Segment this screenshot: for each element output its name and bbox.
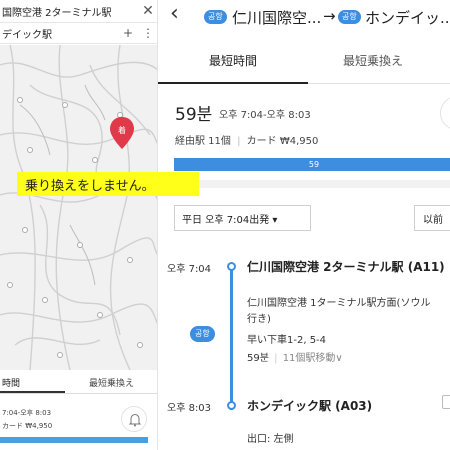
header-destination[interactable]: ホンデイッ... (365, 7, 450, 28)
add-waypoint-button[interactable]: + (118, 26, 138, 40)
arrival-time: 오후 8:03 (167, 403, 212, 414)
tab-fastest[interactable]: 最短時間 (158, 40, 308, 84)
subway-map[interactable]: 着 (0, 45, 158, 370)
left-tab-bar: 時間 最短乗換え (0, 370, 157, 394)
duration-bar: 59 (174, 158, 450, 171)
route-tab-bar: 最短時間 最短乗換え (158, 40, 450, 84)
bell-icon[interactable] (440, 96, 450, 130)
meta-separator: | (237, 136, 241, 147)
ride-stops-toggle[interactable]: 11個駅移動∨ (283, 353, 343, 364)
ride-separator: | (274, 353, 278, 364)
tab-fewest-transfers[interactable]: 最短乗換え (343, 40, 450, 84)
departure-time-select[interactable]: 平日 오후 7:04出発 ▾ (174, 205, 311, 231)
arrival-station[interactable]: ホンデイック駅 (A03) (247, 397, 372, 414)
station-count: 経由駅 11個 (175, 136, 231, 147)
departure-station[interactable]: 仁川国際空港 2ターミナル駅 (A11) (247, 258, 445, 275)
origin-line-badge: 공항 (204, 10, 227, 24)
origin-field[interactable]: 国際空港 2ターミナル駅 (0, 4, 138, 19)
bell-icon[interactable] (121, 406, 147, 432)
left-tab-fewest-transfers[interactable]: 最短乗換え (65, 370, 157, 393)
destination-line-badge: 공항 (338, 10, 361, 24)
previous-button[interactable]: 以前 (414, 205, 450, 231)
route-header: ‹ 공항 仁川国際空... → 공항 ホンデイッ... (158, 0, 450, 35)
destination-field[interactable]: デイック駅 (0, 26, 118, 41)
left-route-panel: 国際空港 2ターミナル駅 ✕ デイック駅 + ⋮ 着 時間 最短乗換え 7:04… (0, 0, 158, 450)
map-icon[interactable] (442, 395, 450, 409)
line-badge: 공항 (190, 326, 215, 342)
origin-row[interactable]: 国際空港 2ターミナル駅 ✕ (0, 0, 157, 22)
left-route-summary[interactable]: 7:04-오후 8:03 カード ₩4,950 (0, 394, 157, 450)
marker-label: 着 (118, 125, 126, 135)
right-route-panel: ‹ 공항 仁川国際空... → 공항 ホンデイッ... 最短時間 最短乗換え 5… (158, 0, 450, 450)
section-divider (158, 180, 450, 188)
back-icon[interactable]: ‹ (170, 1, 179, 26)
total-duration: 59분 (175, 105, 213, 125)
destination-row[interactable]: デイック駅 + ⋮ (0, 22, 157, 44)
left-duration-bar (0, 437, 148, 443)
departure-time: 오후 7:04 (167, 264, 212, 275)
left-fare: カード ₩4,950 (2, 422, 53, 430)
arrow-right-icon: → (323, 7, 336, 25)
exit-side: 出口: 左側 (247, 434, 294, 445)
ride-info[interactable]: 59분 | 11個駅移動∨ (247, 349, 343, 364)
close-icon[interactable]: ✕ (138, 3, 157, 19)
left-tab-fastest[interactable]: 時間 (0, 370, 65, 393)
route-meta: 経由駅 11個 | カード ₩4,950 (175, 132, 318, 147)
ride-minutes: 59분 (247, 353, 269, 364)
route-summary[interactable]: 59분 오후 7:04-오후 8:03 経由駅 11個 | カード ₩4,950… (158, 84, 450, 176)
fare: カード ₩4,950 (246, 136, 319, 147)
no-transfer-notice: 乗り換えをしません。 (17, 172, 199, 196)
time-range: 오후 7:04-오후 8:03 (219, 110, 311, 121)
departure-dot (227, 262, 236, 271)
header-origin[interactable]: 仁川国際空... (232, 7, 321, 28)
arrival-dot (227, 401, 236, 410)
left-time-range: 7:04-오후 8:03 (2, 409, 52, 417)
direction-text: 仁川国際空港 1ターミナル駅方面(ソウル (247, 298, 431, 309)
more-icon[interactable]: ⋮ (138, 26, 157, 40)
timeline-line (230, 270, 233, 410)
direction-text-cont: 行き) (247, 314, 271, 325)
fast-exit-door: 早い下車1-2, 5-4 (247, 335, 327, 346)
